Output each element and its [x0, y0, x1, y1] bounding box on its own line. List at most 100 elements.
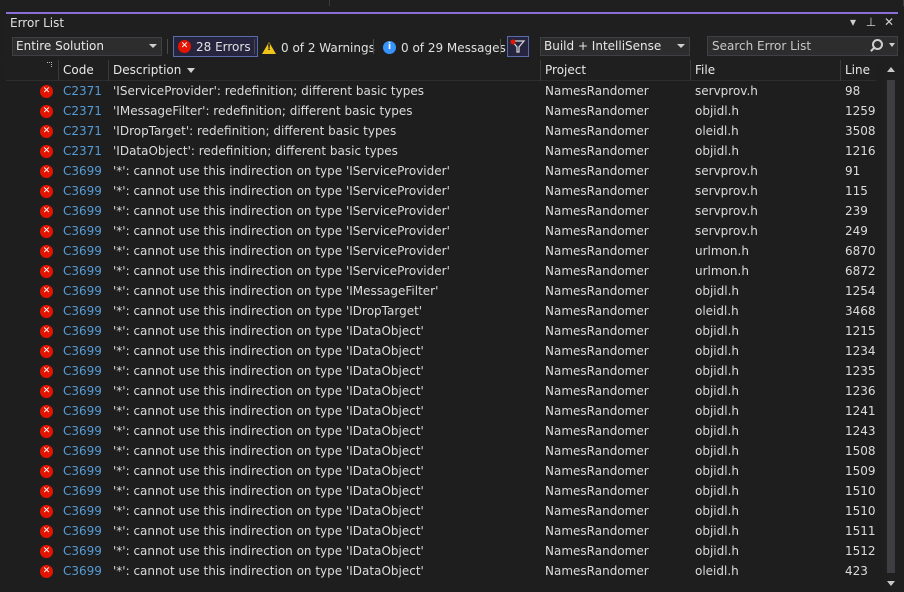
table-row[interactable]: ✕ C2371 'IDropTarget': redefinition; diffe… — [6, 122, 876, 142]
row-description: '*': cannot use this indirection on type… — [113, 384, 424, 398]
row-file: oleidl.h — [695, 564, 739, 578]
table-row[interactable]: ✕ C3699 '*': cannot use this indirection o… — [6, 562, 876, 582]
row-code[interactable]: C3699 — [63, 504, 102, 518]
error-icon: ✕ — [40, 305, 53, 318]
row-code[interactable]: C3699 — [63, 484, 102, 498]
row-description: '*': cannot use this indirection on type… — [113, 304, 423, 318]
table-row[interactable]: ✕ C3699 '*': cannot use this indirection o… — [6, 522, 876, 542]
row-code[interactable]: C3699 — [63, 404, 102, 418]
table-row[interactable]: ✕ C3699 '*': cannot use this indirection o… — [6, 182, 876, 202]
row-code[interactable]: C3699 — [63, 344, 102, 358]
row-code[interactable]: C3699 — [63, 284, 102, 298]
error-icon: ✕ — [40, 425, 53, 438]
scroll-up-arrow-icon[interactable] — [887, 67, 895, 72]
filter-toggle-button[interactable] — [507, 36, 529, 57]
table-row[interactable]: ✕ C2371 'IDataObject': redefinition; diffe… — [6, 142, 876, 162]
toolbar-separator — [254, 39, 255, 54]
column-header-code[interactable]: Code — [58, 60, 108, 81]
row-description: '*': cannot use this indirection on type… — [113, 424, 424, 438]
row-code[interactable]: C3699 — [63, 164, 102, 178]
row-code[interactable]: C3699 — [63, 444, 102, 458]
row-code[interactable]: C2371 — [63, 84, 102, 98]
column-header-filter[interactable] — [32, 60, 58, 81]
column-header-description[interactable]: Description — [108, 60, 540, 81]
error-list-rows: ✕ C2371 'IServiceProvider': redefinition; … — [6, 82, 876, 592]
row-line: 423 — [845, 564, 868, 578]
table-row[interactable]: ✕ C3699 '*': cannot use this indirection o… — [6, 282, 876, 302]
row-file: objidl.h — [695, 444, 739, 458]
error-icon: ✕ — [40, 525, 53, 538]
search-error-list-input[interactable]: Search Error List — [707, 36, 898, 56]
table-row[interactable]: ✕ C3699 '*': cannot use this indirection o… — [6, 162, 876, 182]
row-code[interactable]: C3699 — [63, 184, 102, 198]
row-code[interactable]: C3699 — [63, 464, 102, 478]
row-project: NamesRandomer — [545, 244, 649, 258]
table-row[interactable]: ✕ C3699 '*': cannot use this indirection o… — [6, 382, 876, 402]
row-code[interactable]: C2371 — [63, 144, 102, 158]
top-strip-segment — [0, 0, 330, 6]
row-code[interactable]: C3699 — [63, 524, 102, 538]
vertical-scrollbar[interactable] — [884, 60, 898, 592]
row-code[interactable]: C3699 — [63, 564, 102, 578]
row-code[interactable]: C3699 — [63, 424, 102, 438]
row-code[interactable]: C3699 — [63, 364, 102, 378]
search-icon[interactable] — [872, 39, 883, 50]
row-project: NamesRandomer — [545, 404, 649, 418]
build-source-dropdown[interactable]: Build + IntelliSense — [540, 37, 690, 56]
table-row[interactable]: ✕ C2371 'IMessageFilter': redefinition; di… — [6, 102, 876, 122]
scope-dropdown[interactable]: Entire Solution — [12, 37, 162, 56]
column-filter-icon — [47, 62, 52, 67]
row-description: '*': cannot use this indirection on type… — [113, 344, 424, 358]
error-list-toolbar: Entire Solution ✕ 28 Errors 0 of 2 Warni… — [6, 34, 898, 58]
row-code[interactable]: C2371 — [63, 104, 102, 118]
close-icon[interactable]: ✕ — [882, 15, 896, 29]
row-line: 12152 — [845, 324, 876, 338]
row-code[interactable]: C3699 — [63, 304, 102, 318]
warnings-filter-button[interactable]: 0 of 2 Warnings — [262, 36, 375, 57]
row-code[interactable]: C3699 — [63, 204, 102, 218]
row-code[interactable]: C3699 — [63, 244, 102, 258]
table-row[interactable]: ✕ C3699 '*': cannot use this indirection o… — [6, 502, 876, 522]
table-row[interactable]: ✕ C3699 '*': cannot use this indirection o… — [6, 462, 876, 482]
table-row[interactable]: ✕ C3699 '*': cannot use this indirection o… — [6, 342, 876, 362]
table-row[interactable]: ✕ C3699 '*': cannot use this indirection o… — [6, 202, 876, 222]
row-code[interactable]: C3699 — [63, 544, 102, 558]
table-row[interactable]: ✕ C3699 '*': cannot use this indirection o… — [6, 442, 876, 462]
row-line: 12342 — [845, 344, 876, 358]
row-line: 12416 — [845, 404, 876, 418]
table-row[interactable]: ✕ C3699 '*': cannot use this indirection o… — [6, 242, 876, 262]
table-row[interactable]: ✕ C3699 '*': cannot use this indirection o… — [6, 362, 876, 382]
scroll-down-arrow-icon[interactable] — [887, 581, 895, 586]
table-row[interactable]: ✕ C3699 '*': cannot use this indirection o… — [6, 222, 876, 242]
row-code[interactable]: C3699 — [63, 264, 102, 278]
row-project: NamesRandomer — [545, 564, 649, 578]
column-header-file[interactable]: File — [690, 60, 840, 81]
search-options-chevron-icon[interactable] — [889, 43, 895, 47]
table-row[interactable]: ✕ C3699 '*': cannot use this indirection o… — [6, 422, 876, 442]
row-code[interactable]: C2371 — [63, 124, 102, 138]
scrollbar-thumb[interactable] — [887, 80, 895, 573]
row-code[interactable]: C3699 — [63, 224, 102, 238]
row-line: 15095 — [845, 464, 876, 478]
warning-icon — [262, 41, 276, 54]
table-row[interactable]: ✕ C3699 '*': cannot use this indirection o… — [6, 402, 876, 422]
errors-filter-button[interactable]: ✕ 28 Errors — [173, 36, 258, 57]
table-row[interactable]: ✕ C3699 '*': cannot use this indirection o… — [6, 542, 876, 562]
pin-icon[interactable]: ⊥ — [864, 15, 878, 29]
table-row[interactable]: ✕ C2371 'IServiceProvider': redefinition; … — [6, 82, 876, 102]
messages-filter-button[interactable]: i 0 of 29 Messages — [383, 36, 506, 57]
toolbar-separator — [373, 39, 374, 54]
row-code[interactable]: C3699 — [63, 324, 102, 338]
window-position-dropdown-icon[interactable]: ▾ — [846, 15, 860, 29]
row-code[interactable]: C3699 — [63, 384, 102, 398]
table-row[interactable]: ✕ C3699 '*': cannot use this indirection o… — [6, 322, 876, 342]
table-row[interactable]: ✕ C3699 '*': cannot use this indirection o… — [6, 302, 876, 322]
table-row[interactable]: ✕ C3699 '*': cannot use this indirection o… — [6, 262, 876, 282]
error-icon: ✕ — [40, 325, 53, 338]
column-header-line[interactable]: Line — [840, 60, 876, 81]
row-file: objidl.h — [695, 464, 739, 478]
column-header-project[interactable]: Project — [540, 60, 690, 81]
error-icon: ✕ — [178, 40, 191, 53]
row-file: servprov.h — [695, 84, 758, 98]
table-row[interactable]: ✕ C3699 '*': cannot use this indirection o… — [6, 482, 876, 502]
